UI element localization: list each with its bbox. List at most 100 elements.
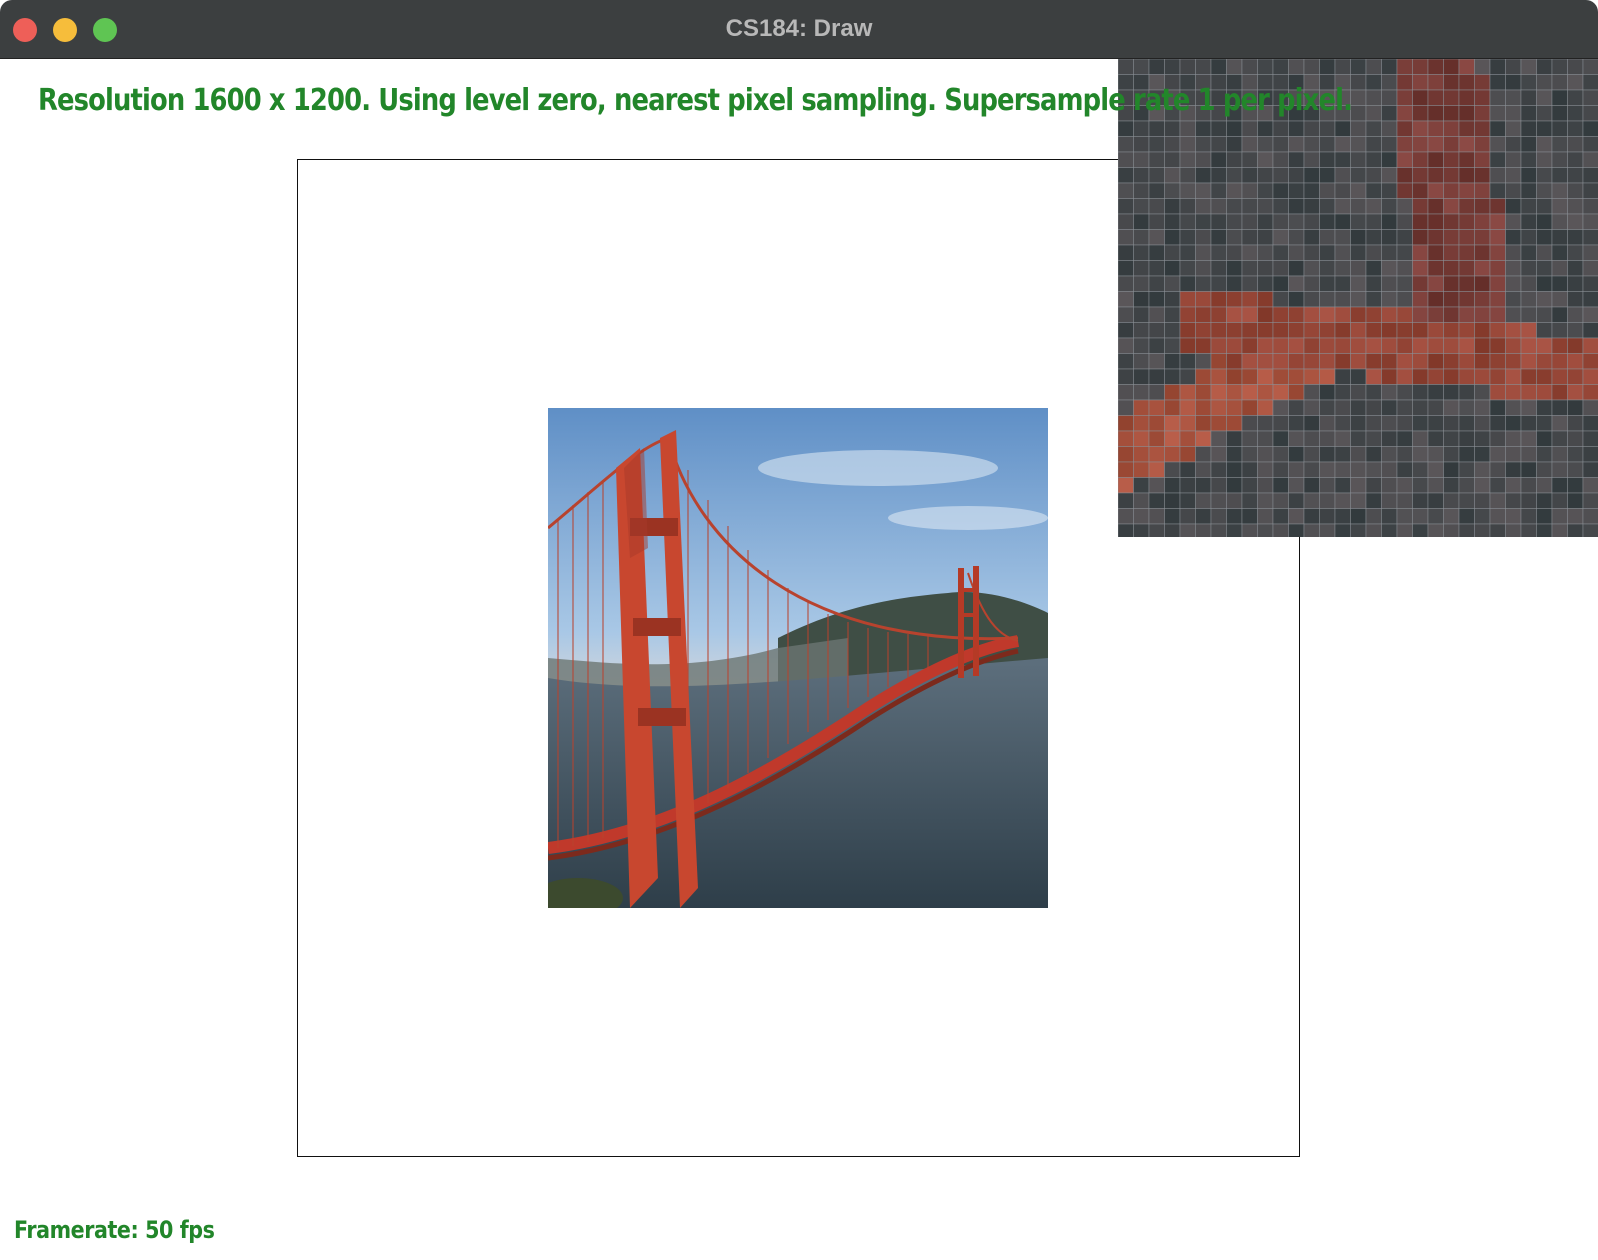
zoom-pixel-cell — [1164, 368, 1181, 385]
zoom-pixel-cell — [1257, 291, 1274, 308]
zoom-pixel-cell — [1474, 508, 1491, 525]
zoom-pixel-cell — [1164, 353, 1181, 370]
zoom-pixel-cell — [1427, 198, 1444, 215]
zoom-pixel-cell — [1133, 59, 1150, 75]
zoom-pixel-cell — [1226, 151, 1243, 168]
zoom-pixel-cell — [1148, 322, 1165, 339]
zoom-pixel-cell — [1505, 384, 1522, 401]
zoom-pixel-cell — [1443, 105, 1460, 122]
app-window: CS184: Draw Resolution 1600 x 1200. Usin… — [0, 0, 1598, 1260]
zoom-pixel-cell — [1118, 446, 1134, 463]
zoom-pixel-cell — [1148, 368, 1165, 385]
zoom-pixel-cell — [1365, 446, 1382, 463]
zoom-pixel-cell — [1319, 508, 1336, 525]
zoom-pixel-cell — [1210, 415, 1227, 432]
zoom-pixel-cell — [1118, 508, 1134, 525]
zoom-pixel-cell — [1288, 384, 1305, 401]
zoom-pixel-cell — [1443, 430, 1460, 447]
zoom-pixel-cell — [1319, 523, 1336, 537]
zoom-pixel-cell — [1551, 167, 1568, 184]
zoom-pixel-cell — [1319, 182, 1336, 199]
zoom-pixel-cell — [1241, 415, 1258, 432]
zoom-pixel-cell — [1133, 384, 1150, 401]
zoom-pixel-cell — [1210, 120, 1227, 137]
zoom-pixel-cell — [1567, 244, 1584, 261]
zoom-pixel-cell — [1133, 275, 1150, 292]
title-bar[interactable]: CS184: Draw — [0, 0, 1598, 59]
zoom-pixel-cell — [1520, 415, 1537, 432]
zoom-pixel-cell — [1551, 89, 1568, 106]
zoom-pixel-cell — [1148, 229, 1165, 246]
zoom-pixel-cell — [1133, 167, 1150, 184]
draw-canvas[interactable]: Resolution 1600 x 1200. Using level zero… — [0, 59, 1598, 1260]
zoom-pixel-cell — [1381, 477, 1398, 494]
zoom-pixel-cell — [1133, 415, 1150, 432]
zoom-pixel-cell — [1365, 59, 1382, 75]
zoom-pixel-cell — [1412, 446, 1429, 463]
zoom-pixel-cell — [1210, 136, 1227, 153]
zoom-pixel-cell — [1536, 399, 1553, 416]
zoom-pixel-cell — [1427, 213, 1444, 230]
zoom-pixel-cell — [1427, 430, 1444, 447]
zoom-pixel-cell — [1551, 322, 1568, 339]
zoom-pixel-cell — [1365, 523, 1382, 537]
zoom-pixel-cell — [1241, 291, 1258, 308]
zoom-pixel-cell — [1210, 182, 1227, 199]
zoom-pixel-cell — [1195, 337, 1212, 354]
zoom-pixel-cell — [1350, 229, 1367, 246]
zoom-pixel-cell — [1505, 353, 1522, 370]
zoom-pixel-cell — [1381, 89, 1398, 106]
zoom-pixel-cell — [1272, 198, 1289, 215]
zoom-pixel-cell — [1427, 337, 1444, 354]
zoom-pixel-cell — [1520, 399, 1537, 416]
zoom-pixel-cell — [1164, 151, 1181, 168]
zoom-pixel-cell — [1272, 244, 1289, 261]
zoom-pixel-cell — [1443, 446, 1460, 463]
zoom-pixel-cell — [1567, 368, 1584, 385]
zoom-pixel-cell — [1226, 353, 1243, 370]
zoom-pixel-cell — [1319, 59, 1336, 75]
zoom-pixel-cell — [1396, 368, 1413, 385]
zoom-pixel-cell — [1582, 399, 1598, 416]
zoom-pixel-cell — [1210, 353, 1227, 370]
zoom-pixel-cell — [1226, 415, 1243, 432]
zoom-pixel-cell — [1551, 275, 1568, 292]
zoom-pixel-cell — [1334, 477, 1351, 494]
zoom-pixel-cell — [1133, 198, 1150, 215]
zoom-pixel-cell — [1133, 508, 1150, 525]
zoom-pixel-cell — [1396, 260, 1413, 277]
zoom-pixel-cell — [1427, 523, 1444, 537]
zoom-pixel-cell — [1241, 368, 1258, 385]
zoom-pixel-cell — [1520, 229, 1537, 246]
zoom-pixel-cell — [1319, 461, 1336, 478]
zoom-pixel-cell — [1582, 492, 1598, 509]
zoom-pixel-cell — [1458, 384, 1475, 401]
zoom-pixel-cell — [1164, 198, 1181, 215]
zoom-pixel-cell — [1272, 337, 1289, 354]
zoom-pixel-cell — [1195, 384, 1212, 401]
zoom-pixel-cell — [1505, 322, 1522, 339]
zoom-pixel-cell — [1257, 229, 1274, 246]
zoom-pixel-cell — [1118, 353, 1134, 370]
zoom-pixel-cell — [1505, 492, 1522, 509]
zoom-pixel-cell — [1179, 275, 1196, 292]
zoom-pixel-cell — [1381, 291, 1398, 308]
zoom-pixel-cell — [1272, 59, 1289, 75]
zoom-pixel-cell — [1179, 167, 1196, 184]
zoom-pixel-cell — [1505, 260, 1522, 277]
zoom-pixel-cell — [1536, 492, 1553, 509]
zoom-pixel-cell — [1272, 182, 1289, 199]
zoom-pixel-cell — [1489, 477, 1506, 494]
zoom-pixel-cell — [1365, 260, 1382, 277]
zoom-pixel-cell — [1241, 275, 1258, 292]
zoom-pixel-cell — [1474, 89, 1491, 106]
zoom-pixel-cell — [1551, 291, 1568, 308]
zoom-pixel-cell — [1443, 167, 1460, 184]
zoom-pixel-cell — [1567, 136, 1584, 153]
zoom-pixel-cell — [1427, 384, 1444, 401]
zoom-pixel-cell — [1427, 353, 1444, 370]
zoom-pixel-cell — [1474, 384, 1491, 401]
zoom-pixel-cell — [1350, 523, 1367, 537]
zoom-pixel-cell — [1536, 291, 1553, 308]
zoom-pixel-cell — [1303, 120, 1320, 137]
